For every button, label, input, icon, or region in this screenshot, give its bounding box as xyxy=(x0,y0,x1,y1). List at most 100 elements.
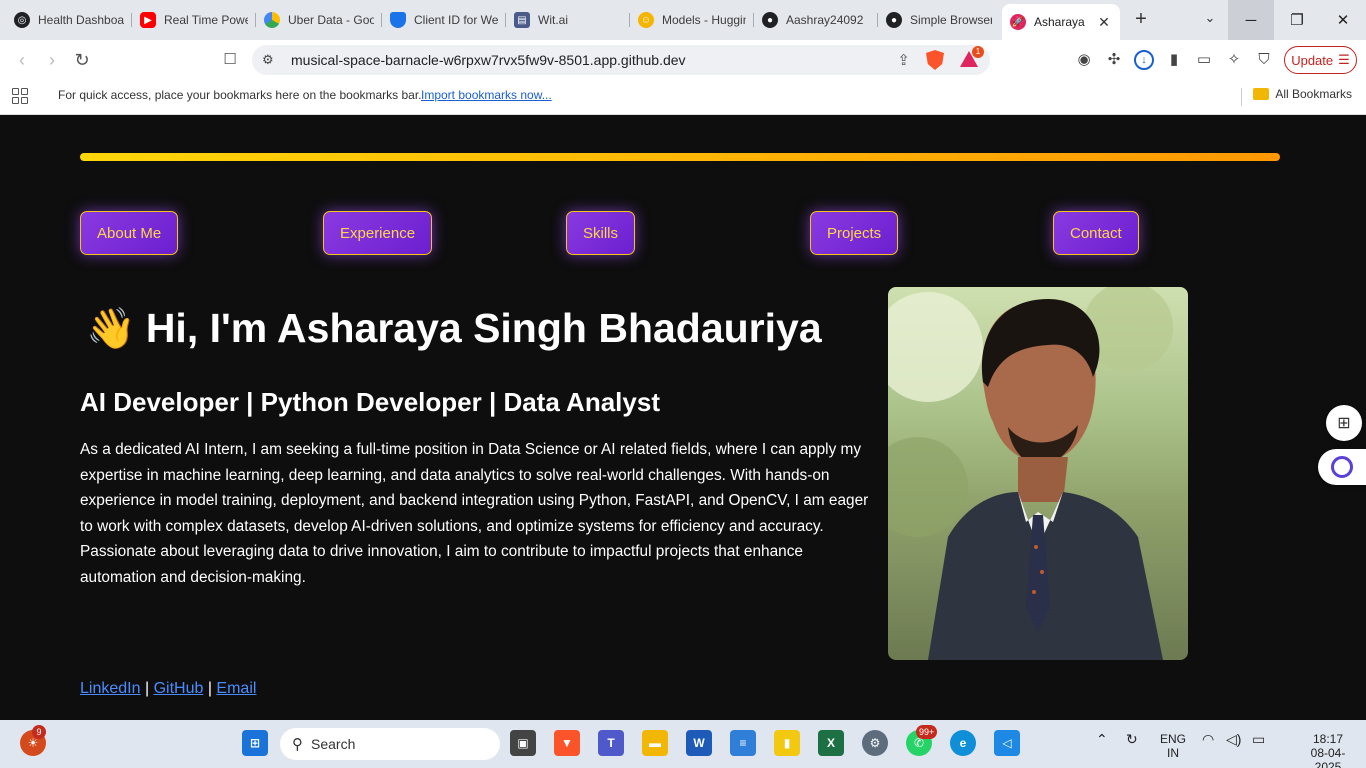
minimize-button[interactable]: ─ xyxy=(1228,0,1274,40)
tab-github-profile[interactable]: ● Aashray24092 xyxy=(754,4,878,36)
leo-assistant-icon[interactable] xyxy=(1318,449,1366,485)
hugging-face-icon: ☺ xyxy=(638,12,654,28)
heading-text: Hi, I'm Asharaya Singh Bhadauriya xyxy=(145,305,822,351)
clock[interactable]: 18:17 08-04-2025 xyxy=(1300,732,1356,768)
menu-icon: ☰ xyxy=(1338,52,1350,67)
task-view-icon[interactable]: ▣ xyxy=(510,730,536,756)
weather-badge: 9 xyxy=(32,725,46,739)
tab-title: Health Dashboard xyxy=(38,13,124,27)
site-settings-icon[interactable]: ⚙ xyxy=(262,52,274,68)
quick-actions-grid-icon[interactable]: ⊞ xyxy=(1326,405,1362,441)
brave-browser-icon[interactable]: ▼ xyxy=(554,730,580,756)
apps-grid-icon[interactable] xyxy=(12,88,28,104)
back-button[interactable]: ‹ xyxy=(10,49,34,71)
wallet-icon[interactable]: ▭ xyxy=(1194,50,1214,70)
profile-photo xyxy=(888,287,1188,660)
tab-title: Models - Hugging Face xyxy=(662,13,746,27)
nav-experience-button[interactable]: Experience xyxy=(323,211,433,255)
search-icon: ⚲ xyxy=(292,736,303,753)
extensions-icon[interactable]: ✣ xyxy=(1104,50,1124,70)
sync-icon[interactable]: ↻ xyxy=(1126,732,1138,746)
tab-title: Asharaya xyxy=(1034,15,1085,29)
rocket-icon: 🚀 xyxy=(1010,14,1026,30)
tab-title: Uber Data - Google Drive xyxy=(288,13,374,27)
settings-icon[interactable]: ⚙ xyxy=(862,730,888,756)
teams-icon[interactable]: T xyxy=(598,730,624,756)
page-title: 👋 Hi, I'm Asharaya Singh Bhadauriya xyxy=(86,305,822,352)
youtube-icon: ▶ xyxy=(140,12,156,28)
tab-wit-ai[interactable]: ▤ Wit.ai xyxy=(506,4,630,36)
file-explorer-icon[interactable]: ▬ xyxy=(642,730,668,756)
ai-sparkle-icon[interactable]: ✧ xyxy=(1224,50,1244,70)
update-label: Update xyxy=(1291,52,1334,68)
share-icon[interactable]: ⇪ xyxy=(897,51,910,69)
brave-shields-icon[interactable] xyxy=(926,50,944,70)
nav-skills-button[interactable]: Skills xyxy=(566,211,636,255)
volume-icon[interactable]: ◁) xyxy=(1226,732,1241,746)
link-separator: | xyxy=(144,680,150,697)
bookmark-icon[interactable]: ☐ xyxy=(218,49,242,71)
taskbar-search[interactable]: ⚲ Search xyxy=(280,728,500,760)
forward-button[interactable]: › xyxy=(40,49,64,71)
reload-button[interactable]: ↻ xyxy=(70,49,94,71)
new-tab-button[interactable]: + xyxy=(1130,8,1152,30)
email-link[interactable]: Email xyxy=(216,680,256,697)
nav-about-me-button[interactable]: About Me xyxy=(80,211,179,255)
clock-time: 18:17 xyxy=(1312,732,1344,746)
folder-icon xyxy=(1253,88,1270,100)
edge-icon[interactable]: e xyxy=(950,730,976,756)
tab-uber-data[interactable]: Uber Data - Google Drive xyxy=(256,4,382,36)
divider xyxy=(1241,88,1242,106)
tab-title: Client ID for Web xyxy=(414,13,498,27)
nav-contact-button[interactable]: Contact xyxy=(1053,211,1139,255)
update-button[interactable]: Update ☰ xyxy=(1284,46,1357,74)
windows-start-icon[interactable]: ⊞ xyxy=(242,730,268,756)
restore-button[interactable]: ❐ xyxy=(1274,0,1320,40)
github-link[interactable]: GitHub xyxy=(154,680,204,697)
tab-real-time-power[interactable]: ▶ Real Time Power xyxy=(132,4,256,36)
tab-title: Aashray24092 xyxy=(786,13,864,27)
nav-projects-button[interactable]: Projects xyxy=(810,211,899,255)
tab-asharaya[interactable]: 🚀 Asharaya ✕ xyxy=(1002,4,1120,40)
profile-photo-illustration xyxy=(888,287,1173,660)
tab-title: Wit.ai xyxy=(538,13,568,27)
social-links: LinkedIn | GitHub | Email xyxy=(80,680,256,698)
excel-icon[interactable]: X xyxy=(818,730,844,756)
import-bookmarks-link[interactable]: Import bookmarks now... xyxy=(421,88,552,102)
portfolio-page: About Me Experience Skills Projects Cont… xyxy=(0,115,1366,720)
url-text[interactable]: musical-space-barnacle-w6rpxw7rvx5fw9v-8… xyxy=(291,52,686,68)
word-icon[interactable]: W xyxy=(686,730,712,756)
tab-client-id[interactable]: Client ID for Web xyxy=(382,4,506,36)
all-bookmarks-label: All Bookmarks xyxy=(1275,87,1352,101)
vpn-shield-icon[interactable]: ⛉ xyxy=(1254,50,1274,70)
language-indicator[interactable]: ENG IN xyxy=(1160,732,1186,760)
bookmarks-bar: For quick access, place your bookmarks h… xyxy=(0,80,1366,115)
close-window-button[interactable]: ✕ xyxy=(1320,0,1366,40)
show-hidden-icons-chevron[interactable]: ⌃ xyxy=(1096,732,1108,746)
battery-icon[interactable]: ▭ xyxy=(1252,732,1265,746)
wifi-icon[interactable]: ◠ xyxy=(1202,732,1214,746)
tab-simple-browser[interactable]: ● Simple Browser xyxy=(878,4,1000,36)
github-icon: ● xyxy=(762,12,778,28)
bookmarks-hint: For quick access, place your bookmarks h… xyxy=(58,88,422,102)
rewards-badge: 1 xyxy=(972,46,984,58)
vscode-icon[interactable]: ◁ xyxy=(994,730,1020,756)
tab-hugging-face[interactable]: ☺ Models - Hugging Face xyxy=(630,4,754,36)
browser-toolbar: ‹ › ↻ ☐ ⚙ musical-space-barnacle-w6rpxw7… xyxy=(0,40,1366,80)
linkedin-link[interactable]: LinkedIn xyxy=(80,680,141,697)
tab-health-dashboard[interactable]: ◎ Health Dashboard xyxy=(6,4,132,36)
openai-icon: ◎ xyxy=(14,12,30,28)
all-bookmarks-button[interactable]: All Bookmarks xyxy=(1253,87,1352,101)
download-icon[interactable]: ↓ xyxy=(1134,50,1154,70)
waving-hand-icon: 👋 xyxy=(86,307,136,351)
leo-ai-icon[interactable]: ◉ xyxy=(1074,50,1094,70)
address-bar[interactable]: ⚙ musical-space-barnacle-w6rpxw7rvx5fw9v… xyxy=(252,45,990,75)
tab-title: Real Time Power xyxy=(164,13,248,27)
power-bi-icon[interactable]: ▮ xyxy=(774,730,800,756)
sidebar-icon[interactable]: ▮ xyxy=(1164,50,1184,70)
tab-search-chevron-icon[interactable]: ⌄ xyxy=(1200,10,1220,30)
notepad-icon[interactable]: ≡ xyxy=(730,730,756,756)
close-tab-icon[interactable]: ✕ xyxy=(1096,14,1112,31)
github-icon: ● xyxy=(886,12,902,28)
google-drive-icon xyxy=(264,12,280,28)
